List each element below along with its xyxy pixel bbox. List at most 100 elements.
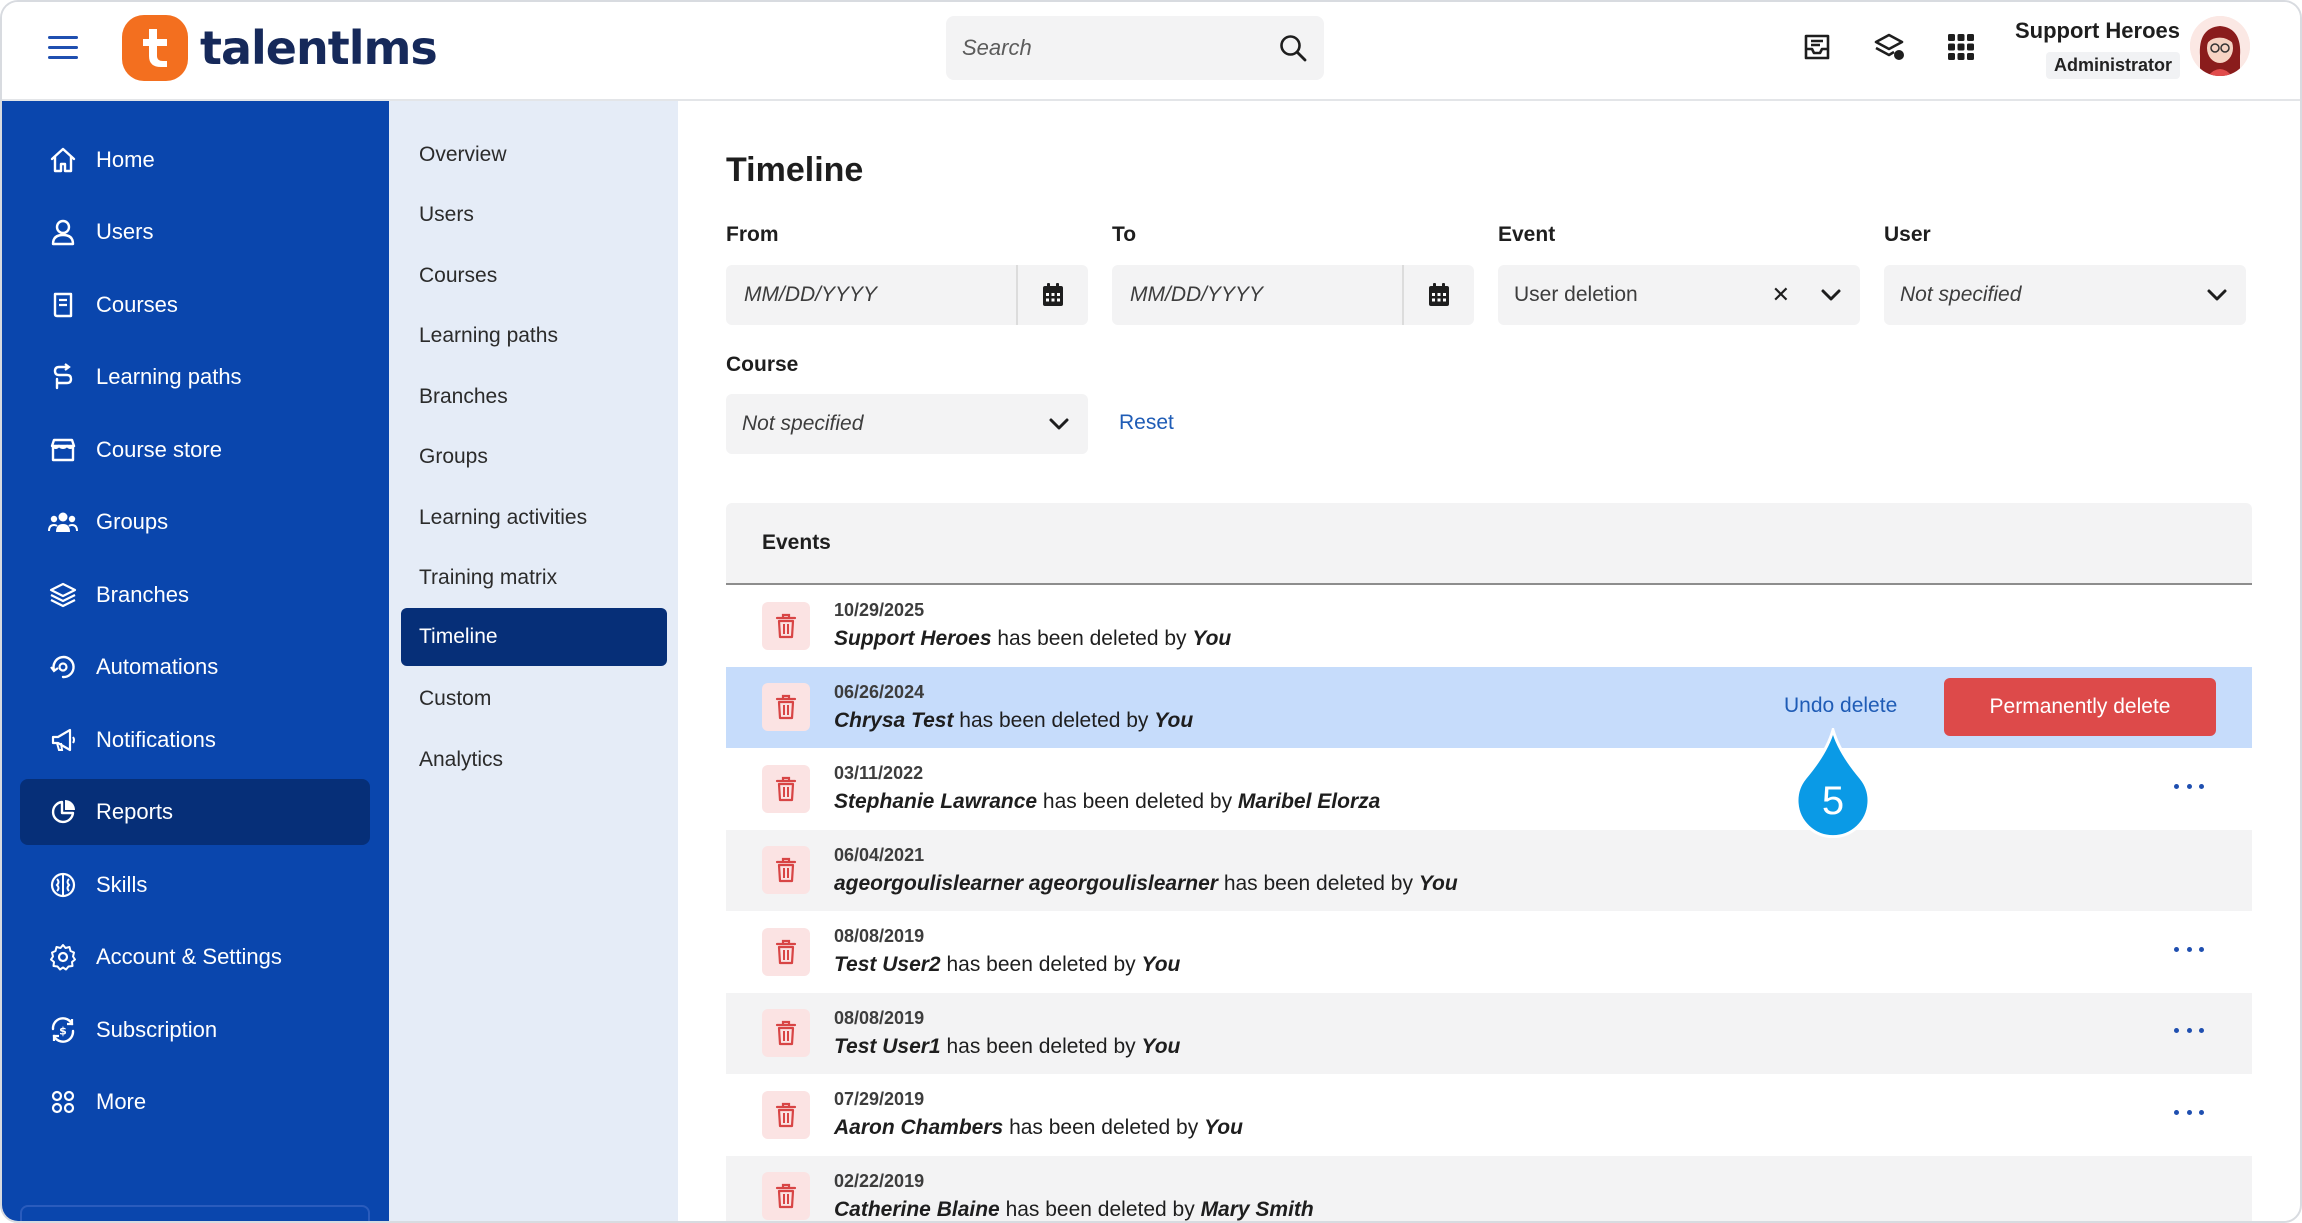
clear-icon[interactable]: ✕: [1772, 282, 1790, 308]
chevron-down-icon[interactable]: [2206, 288, 2228, 302]
subnav-item-courses[interactable]: Courses: [401, 247, 667, 305]
search-icon[interactable]: [1278, 33, 1308, 63]
subnav-item-training-matrix[interactable]: Training matrix: [401, 549, 667, 607]
sidebar-item-subscription[interactable]: $ Subscription: [20, 997, 370, 1063]
sidebar-item-skills[interactable]: Skills: [20, 852, 370, 918]
user-role-badge: Administrator: [2045, 52, 2180, 79]
more-options-icon[interactable]: [2174, 1023, 2204, 1039]
course-select-value: Not specified: [742, 412, 864, 435]
user-label: User: [1884, 223, 1931, 246]
top-bar: talentlms Search Support Heroes Administ…: [2, 2, 2300, 101]
table-row[interactable]: 08/08/2019 Test User2 has been deleted b…: [726, 911, 2252, 993]
avatar[interactable]: [2190, 16, 2250, 76]
permanently-delete-button[interactable]: Permanently delete: [1944, 677, 2216, 736]
event-connector: has been deleted by: [1005, 1197, 1195, 1221]
apps-grid-icon[interactable]: [1944, 30, 1978, 64]
search-box[interactable]: Search: [946, 16, 1324, 80]
subnav-item-analytics[interactable]: Analytics: [401, 731, 667, 789]
table-row[interactable]: 08/08/2019 Test User1 has been deleted b…: [726, 992, 2252, 1074]
more-options-icon[interactable]: [2174, 1104, 2204, 1120]
user-icon: [51, 219, 75, 246]
to-date-input[interactable]: MM/DD/YYYY: [1112, 283, 1402, 307]
talentlms-logo[interactable]: talentlms: [122, 14, 438, 82]
sidebar-item-users[interactable]: Users: [20, 199, 370, 265]
event-subject: Chrysa Test: [834, 708, 954, 732]
calendar-icon: [1429, 283, 1449, 306]
subnav-item-groups[interactable]: Groups: [401, 428, 667, 486]
layers-check-icon[interactable]: [1872, 30, 1906, 64]
hamburger-menu-icon[interactable]: [48, 36, 78, 60]
events-header: Events: [726, 503, 2252, 585]
event-subject: Catherine Blaine: [834, 1197, 1000, 1221]
calendar-icon: [1043, 283, 1063, 306]
table-row[interactable]: 07/29/2019 Aaron Chambers has been delet…: [726, 1074, 2252, 1156]
subnav-item-learning-paths[interactable]: Learning paths: [401, 307, 667, 365]
event-actor: Mary Smith: [1200, 1197, 1314, 1221]
sidebar-item-course-store[interactable]: Course store: [20, 417, 370, 483]
subnav-item-custom[interactable]: Custom: [401, 670, 667, 728]
user-menu[interactable]: Support Heroes Administrator: [2015, 18, 2180, 79]
to-calendar-button[interactable]: [1402, 265, 1474, 325]
table-row[interactable]: 03/11/2022 Stephanie Lawrance has been d…: [726, 748, 2252, 830]
table-row-selected[interactable]: 06/26/2024 Chrysa Test has been deleted …: [726, 666, 2252, 748]
event-date: 08/08/2019: [834, 1007, 925, 1028]
event-subject: ageorgoulislearner ageorgoulislearner: [834, 871, 1218, 895]
event-date: 03/11/2022: [834, 763, 924, 784]
user-name: Support Heroes: [2014, 18, 2180, 43]
more-options-icon[interactable]: [2174, 941, 2204, 957]
chevron-down-icon[interactable]: [1048, 417, 1070, 431]
user-select[interactable]: Not specified: [1884, 265, 2246, 325]
sidebar-item-reports[interactable]: Reports: [20, 779, 370, 845]
trash-icon: [762, 846, 810, 895]
event-subject: Test User1: [834, 1034, 941, 1058]
step-marker-icon: 5: [1795, 728, 1871, 838]
sidebar-item-home[interactable]: Home: [20, 127, 370, 193]
from-calendar-button[interactable]: [1016, 265, 1088, 325]
event-connector: has been deleted by: [959, 708, 1149, 732]
sidebar-item-more[interactable]: More: [20, 1069, 370, 1135]
sidebar-item-label: Groups: [96, 509, 169, 534]
event-date: 08/08/2019: [834, 926, 925, 947]
table-row[interactable]: 10/29/2025 Support Heroes has been delet…: [726, 585, 2252, 667]
sidebar-item-groups[interactable]: Groups: [20, 489, 370, 555]
from-date-field[interactable]: MM/DD/YYYY: [726, 265, 1088, 325]
event-select[interactable]: User deletion ✕: [1498, 265, 1860, 325]
undo-delete-link[interactable]: Undo delete: [1784, 694, 1897, 718]
trash-icon: [762, 764, 810, 813]
event-connector: has been deleted by: [1042, 790, 1233, 814]
to-date-field[interactable]: MM/DD/YYYY: [1112, 265, 1474, 325]
sidebar-item-learning-paths[interactable]: Learning paths: [20, 344, 370, 410]
sidebar-item-label: Courses: [96, 292, 178, 317]
from-date-input[interactable]: MM/DD/YYYY: [726, 283, 1016, 307]
sidebar-item-branches[interactable]: Branches: [20, 562, 370, 628]
sidebar-item-notifications[interactable]: Notifications: [20, 707, 370, 773]
chevron-down-icon[interactable]: [1820, 288, 1842, 302]
subnav-item-branches[interactable]: Branches: [401, 368, 667, 426]
user-select-value: Not specified: [1900, 283, 2022, 306]
subnav-item-learning-activities[interactable]: Learning activities: [401, 489, 667, 547]
more-options-icon[interactable]: [2174, 778, 2204, 794]
book-icon: [53, 292, 73, 318]
subnav-item-timeline[interactable]: Timeline: [401, 608, 667, 666]
layers-icon: [49, 582, 77, 608]
sidebar: Home Users Courses Learning paths Course…: [2, 101, 389, 1221]
inbox-icon[interactable]: [1800, 30, 1834, 64]
sidebar-item-automations[interactable]: Automations: [20, 634, 370, 700]
search-input[interactable]: Search: [962, 35, 1278, 61]
subnav-item-overview[interactable]: Overview: [401, 126, 667, 184]
course-select[interactable]: Not specified: [726, 394, 1088, 454]
table-row[interactable]: 02/22/2019 Catherine Blaine has been del…: [726, 1155, 2252, 1221]
subnav-item-users[interactable]: Users: [401, 186, 667, 244]
to-label: To: [1112, 223, 1137, 246]
trash-icon: [762, 683, 810, 732]
event-actor: You: [1204, 1116, 1243, 1140]
sidebar-item-account-settings[interactable]: Account & Settings: [20, 924, 370, 990]
reset-link[interactable]: Reset: [1119, 411, 1174, 435]
event-actor: You: [1192, 627, 1232, 651]
trash-icon: [762, 1090, 810, 1139]
sidebar-item-courses[interactable]: Courses: [20, 272, 370, 338]
table-row[interactable]: 06/04/2021 ageorgoulislearner ageorgouli…: [726, 829, 2252, 911]
event-date: 02/22/2019: [834, 1170, 925, 1191]
event-subject: Stephanie Lawrance: [834, 790, 1038, 814]
sidebar-item-label: Notifications: [96, 727, 216, 752]
